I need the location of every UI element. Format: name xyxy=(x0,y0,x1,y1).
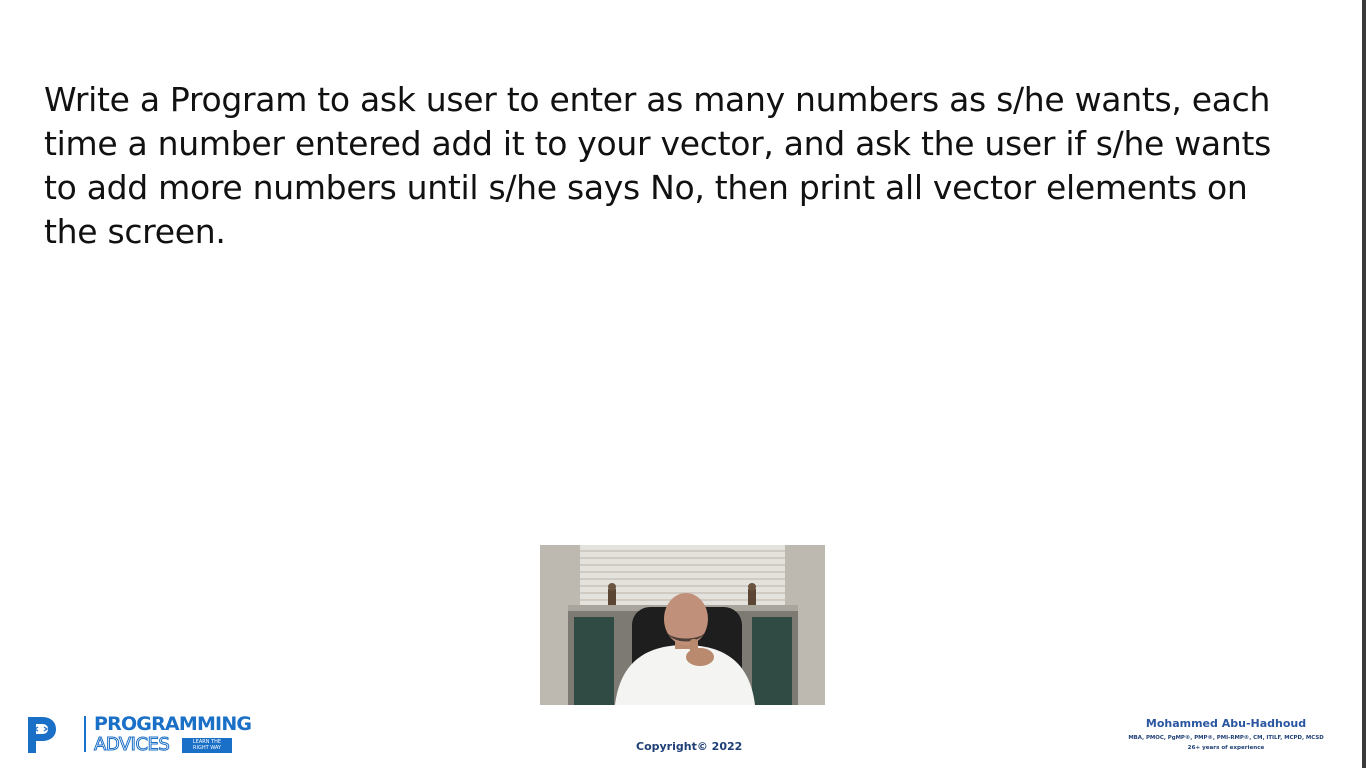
author-block: Mohammed Abu-Hadhoud MBA, PMOC, PgMP®, P… xyxy=(1106,716,1346,753)
logo-tagline-line2: RIGHT WAY xyxy=(193,745,221,751)
author-name: Mohammed Abu-Hadhoud xyxy=(1145,717,1307,730)
presenter-video xyxy=(540,545,825,705)
question-line: to add more numbers until s/he says No, … xyxy=(44,168,1248,207)
copyright-text: Copyright© 2022 xyxy=(636,740,743,753)
logo-p-icon xyxy=(28,717,56,753)
author-experience: 26+ years of experience xyxy=(1187,745,1265,751)
logo-tagline-badge: LEARN THE RIGHT WAY xyxy=(182,738,232,753)
logo-separator xyxy=(84,716,86,752)
edge-strip xyxy=(1362,0,1366,768)
question-line: Write a Program to ask user to enter as … xyxy=(44,80,1271,119)
slide-canvas: Write a Program to ask user to enter as … xyxy=(0,0,1366,768)
author-certifications: MBA, PMOC, PgMP®, PMP®, PMI-RMP®, CM, IT… xyxy=(1128,735,1324,741)
question-line: the screen. xyxy=(44,212,226,251)
question-text: Write a Program to ask user to enter as … xyxy=(44,78,1349,254)
question-line: time a number entered add it to your vec… xyxy=(44,124,1272,163)
programming-advices-logo: PROGRAMMING ADVICES LEARN THE RIGHT WAY xyxy=(24,713,252,755)
presenter-video-frame xyxy=(540,545,825,705)
logo-word-programming: PROGRAMMING xyxy=(94,713,252,735)
logo-word-advices: ADVICES xyxy=(93,734,170,755)
